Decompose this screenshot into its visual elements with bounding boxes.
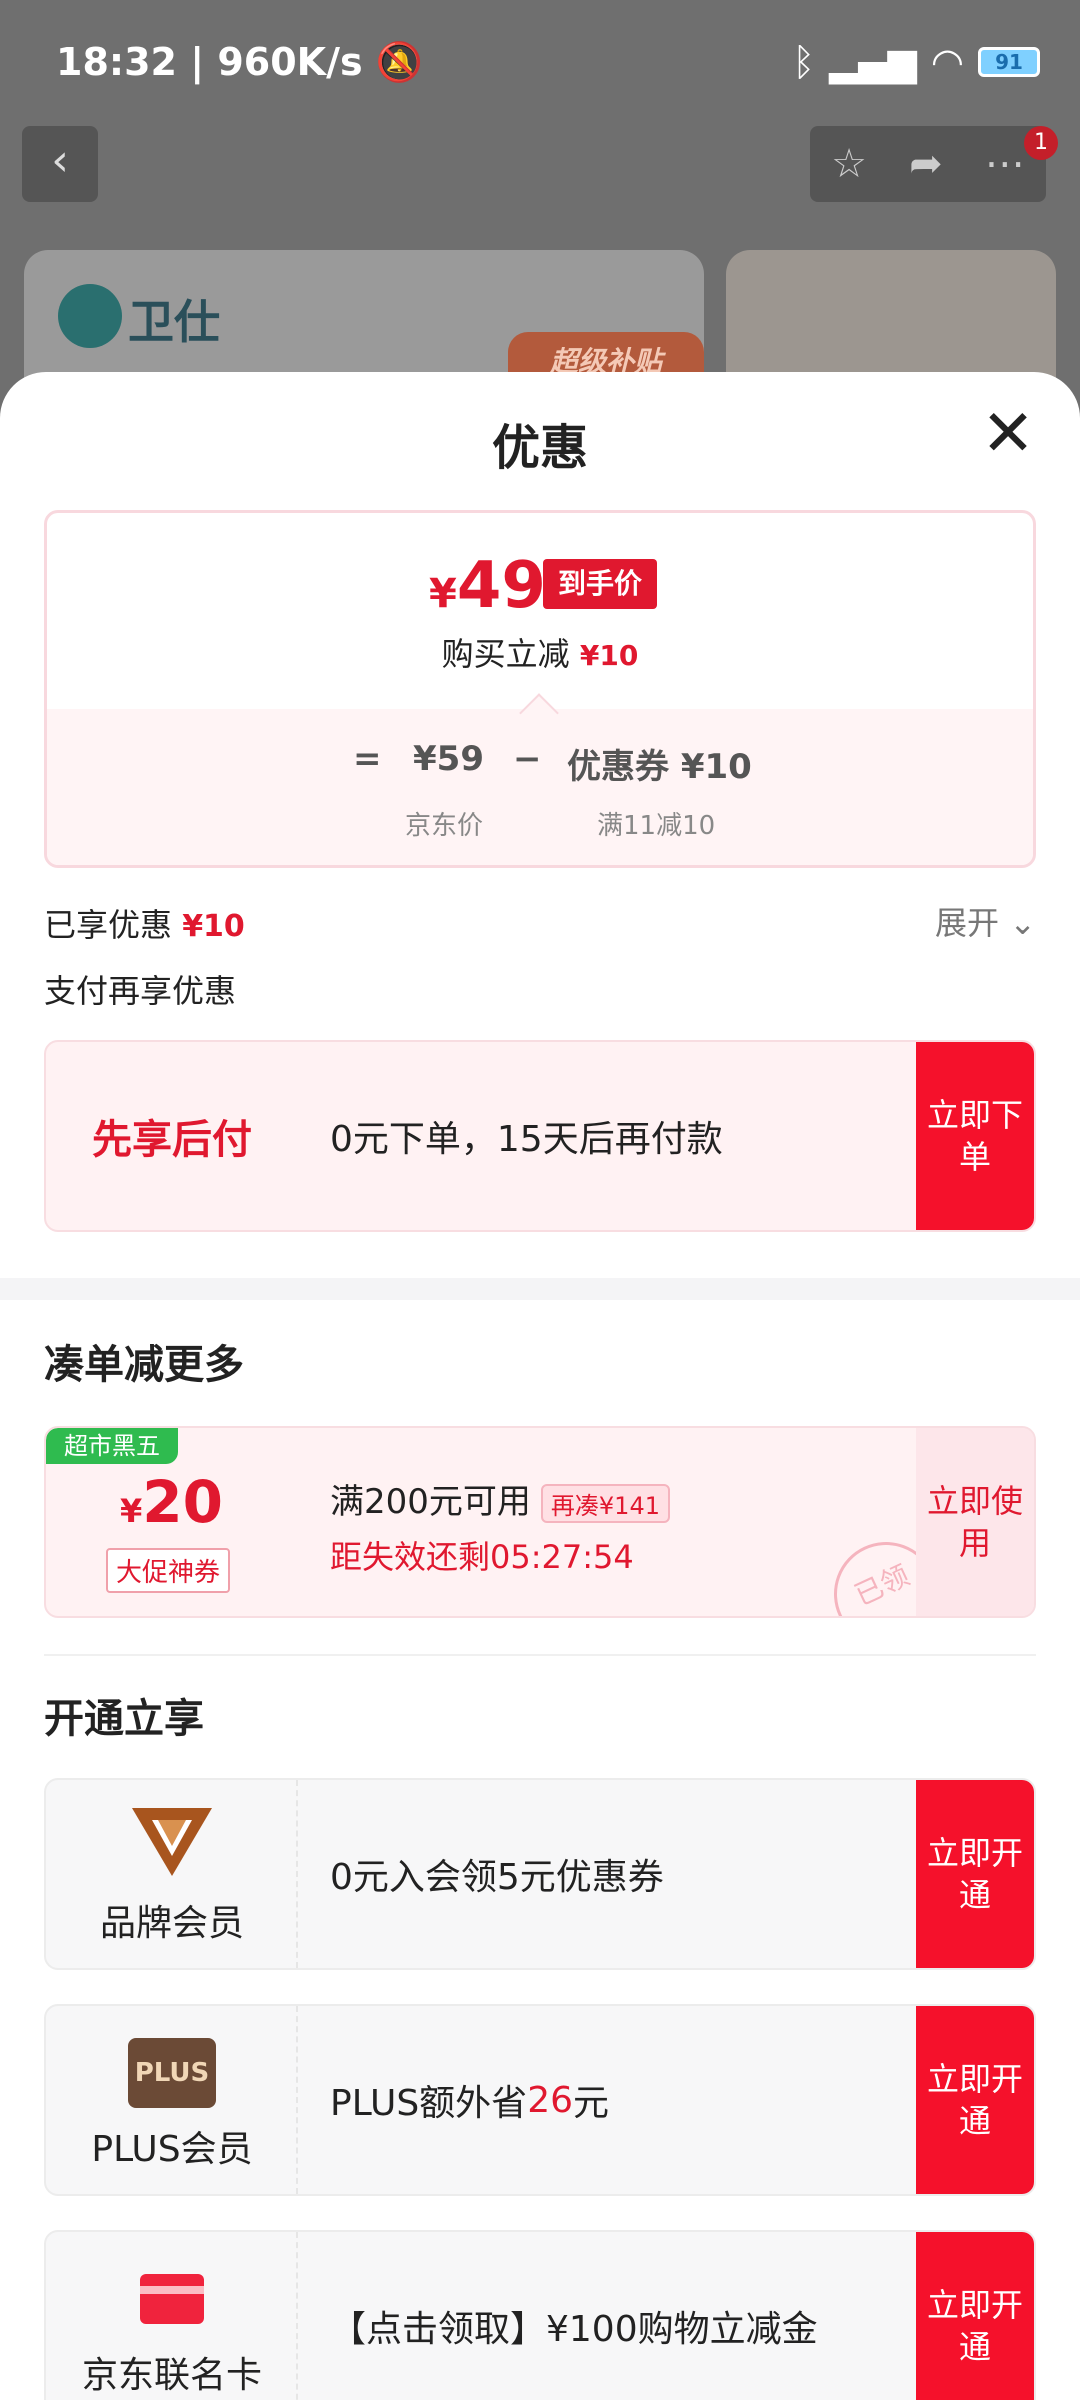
status-bar: 18:32 | 960K/s 🔕 ᛒ ▂▄▆ ◠ 91: [0, 0, 1080, 120]
back-button[interactable]: ‹: [22, 126, 98, 202]
status-icons: ᛒ ▂▄▆ ◠ 91: [792, 40, 1040, 84]
battery-icon: 91: [978, 47, 1040, 77]
section-title-open: 开通立享: [44, 1696, 204, 1742]
jd-card-card[interactable]: 京东联名卡 【点击领取】¥100购物立减金 立即开通: [44, 2230, 1036, 2400]
coupon-card[interactable]: 超市黑五 ¥20 大促神券 满200元可用 再凑¥141 距失效还剩05:27:5…: [44, 1426, 1036, 1618]
jd-price-label: 京东价: [405, 811, 484, 841]
coupon-rule: 满200元可用 再凑¥141: [330, 1474, 670, 1523]
notification-badge: 1: [1024, 126, 1058, 160]
bnpl-order-button[interactable]: 立即下单: [916, 1042, 1034, 1230]
jd-card-label: 京东联名卡: [81, 2355, 262, 2396]
jd-card-left: 京东联名卡: [46, 2232, 298, 2400]
signal-icon: ▂▄▆: [829, 40, 917, 84]
status-time: 18:32 | 960K/s 🔕: [56, 40, 424, 84]
favorite-star-icon[interactable]: ☆: [831, 141, 867, 187]
reduce-line: 购买立减 ¥10: [441, 635, 639, 673]
coupon-amount: 优惠券 ¥10: [567, 747, 752, 787]
coupon-timer: 距失效还剩05:27:54: [330, 1538, 634, 1576]
brand-member-card[interactable]: 品牌会员 0元入会领5元优惠券 立即开通: [44, 1778, 1036, 1970]
nav-actions: ☆ ➦ ⋯: [810, 126, 1046, 202]
jd-card-desc: 【点击领取】¥100购物立减金: [330, 2309, 818, 2350]
expand-button[interactable]: 展开 ⌄: [935, 898, 1036, 944]
plus-logo-icon: PLUS: [128, 2038, 216, 2108]
final-price: ¥49: [429, 549, 546, 623]
divider: [44, 1654, 1036, 1656]
jd-card-open-button[interactable]: 立即开通: [916, 2232, 1034, 2400]
brand-member-v-icon: [132, 1808, 212, 1876]
equals-sign: =: [353, 739, 382, 779]
share-icon[interactable]: ➦: [909, 141, 943, 187]
brand-member-desc: 0元入会领5元优惠券: [330, 1857, 664, 1898]
plus-member-card[interactable]: PLUS PLUS会员 PLUS额外省 26 元 立即开通: [44, 2004, 1036, 2196]
plus-member-open-button[interactable]: 立即开通: [916, 2006, 1034, 2194]
use-coupon-button[interactable]: 立即使用: [916, 1428, 1034, 1616]
discount-sheet: 优惠 ✕ ¥49 到手价 购买立减 ¥10 = ¥59 − 优惠券 ¥10 京东…: [0, 372, 1080, 2400]
coupon-rule: 满11减10: [597, 811, 716, 841]
coupon-gap-tag: 再凑¥141: [540, 1484, 670, 1523]
section-divider: [0, 1278, 1080, 1300]
enjoyed-discount: 已享优惠 ¥10: [44, 906, 245, 944]
coupon-badge: 超市黑五: [46, 1428, 178, 1464]
more-icon[interactable]: ⋯: [985, 141, 1025, 187]
coupon-type: 大促神券: [106, 1548, 231, 1593]
close-button[interactable]: ✕: [978, 402, 1038, 466]
bluetooth-icon: ᛒ: [792, 40, 816, 84]
final-price-tag: 到手价: [543, 559, 657, 609]
credit-card-icon: [140, 2274, 204, 2324]
brand-logo-icon: [58, 284, 122, 348]
sheet-title: 优惠: [491, 420, 588, 476]
section-title-more: 凑单减更多: [44, 1342, 244, 1388]
bnpl-card[interactable]: 先享后付 0元下单，15天后再付款 立即下单: [44, 1040, 1036, 1232]
bnpl-label: 先享后付: [92, 1117, 252, 1163]
wifi-icon: ◠: [930, 40, 964, 84]
banner-brand-name: 卫仕: [128, 295, 220, 349]
price-card: ¥49 到手价 购买立减 ¥10 = ¥59 − 优惠券 ¥10 京东价 满11…: [44, 510, 1036, 868]
coupon-value: ¥20: [120, 1468, 223, 1536]
brand-member-open-button[interactable]: 立即开通: [916, 1780, 1034, 1968]
plus-member-left: PLUS PLUS会员: [46, 2006, 298, 2194]
jd-price: ¥59: [413, 739, 484, 779]
plus-member-label: PLUS会员: [91, 2129, 253, 2170]
price-breakdown-area: [47, 709, 1033, 865]
bnpl-desc: 0元下单，15天后再付款: [330, 1119, 723, 1160]
plus-member-desc: PLUS额外省 26 元: [330, 2079, 610, 2125]
minus-sign: −: [513, 739, 542, 779]
brand-member-left: 品牌会员: [46, 1780, 298, 1968]
pay-more-label: 支付再享优惠: [44, 972, 237, 1010]
brand-member-label: 品牌会员: [99, 1903, 244, 1944]
chevron-down-icon: ⌄: [1009, 904, 1036, 942]
